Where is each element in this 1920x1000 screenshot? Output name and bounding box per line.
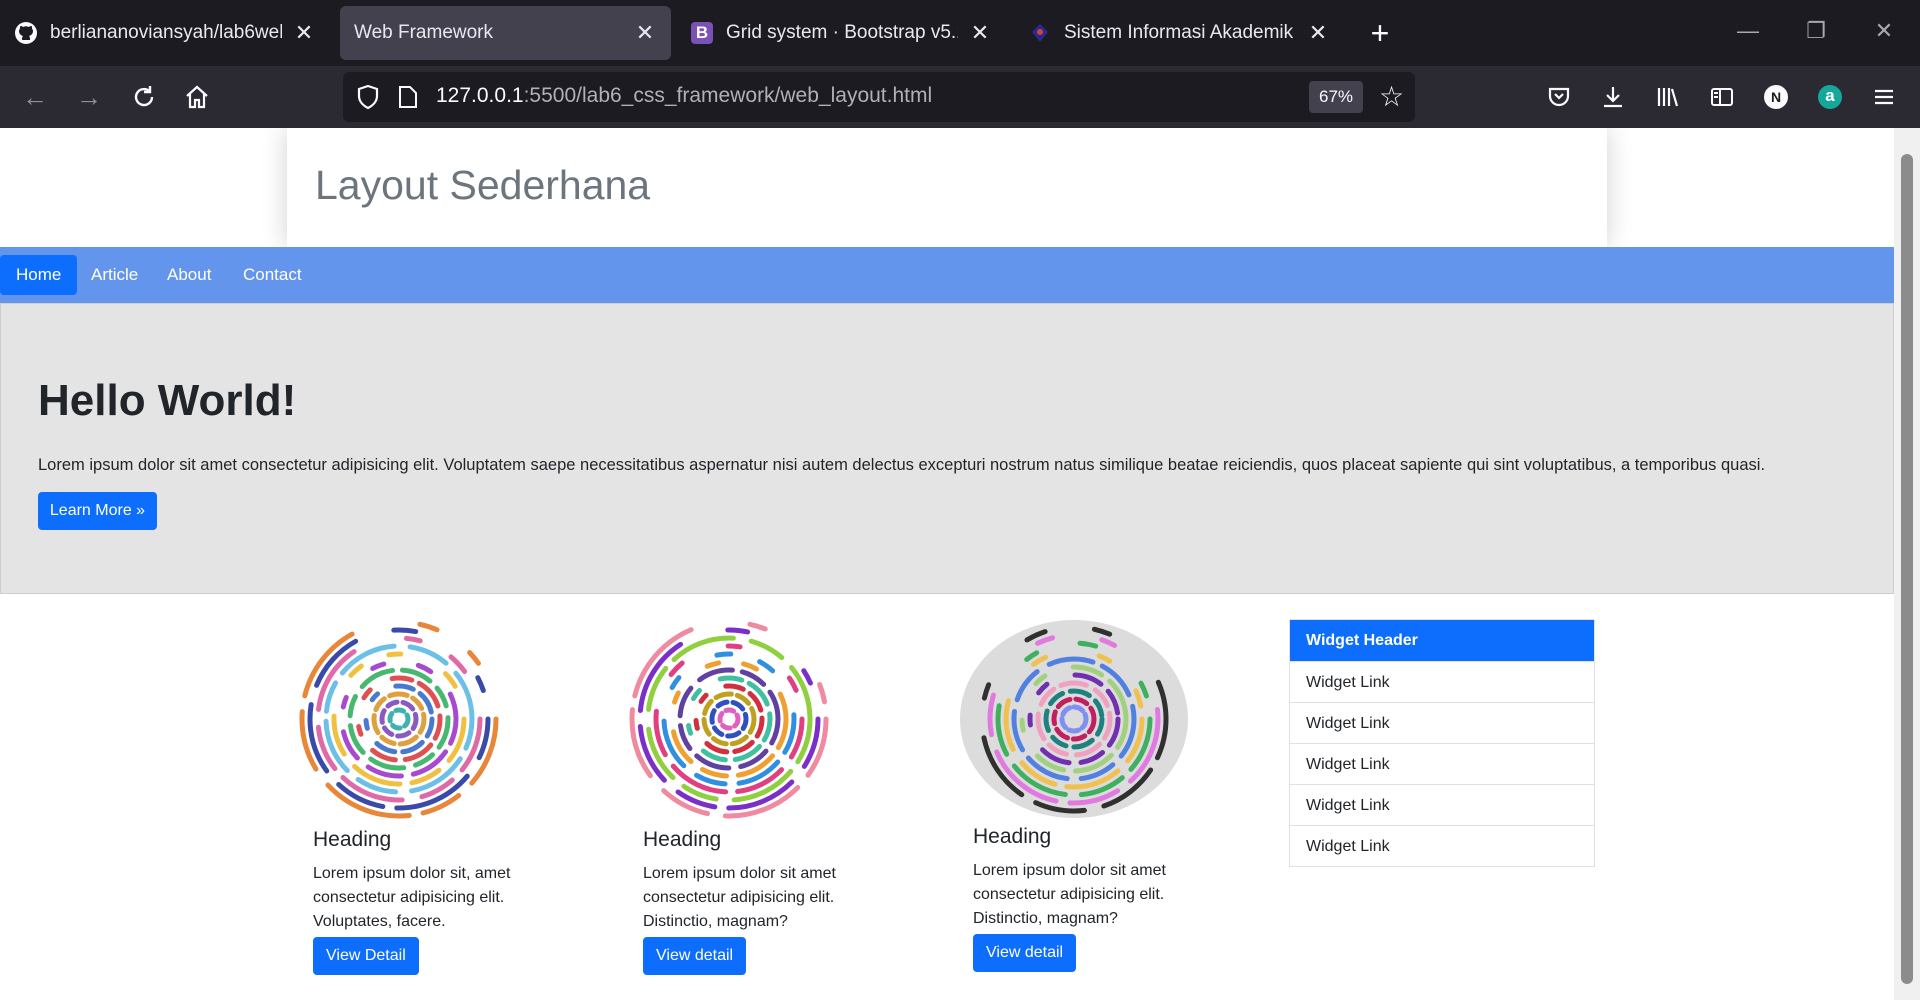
card-image-spiral	[299, 619, 499, 819]
widget-link[interactable]: Widget Link	[1290, 825, 1594, 866]
widget-panel: Widget Header Widget Link Widget Link Wi…	[1289, 619, 1595, 867]
browser-tab-bar: berliananoviansyah/lab6web ✕ Web Framewo…	[0, 0, 1920, 66]
page-viewport: Layout Sederhana Home Article About Cont…	[0, 128, 1894, 1000]
nav-home[interactable]: Home	[0, 255, 78, 295]
bookmark-star-icon[interactable]: ☆	[1379, 80, 1404, 113]
restore-icon[interactable]: ❐	[1796, 18, 1836, 44]
card-heading: Heading	[643, 828, 722, 851]
widget-link[interactable]: Widget Link	[1290, 743, 1594, 784]
hero-jumbotron: Hello World! Lorem ipsum dolor sit amet …	[0, 303, 1894, 594]
back-arrow-icon[interactable]: ←	[18, 80, 52, 114]
tab-bootstrap[interactable]: B Grid system · Bootstrap v5.1 ✕	[676, 6, 1006, 60]
widget-link[interactable]: Widget Link	[1290, 661, 1594, 702]
download-icon[interactable]	[1596, 80, 1630, 114]
tab-title: Sistem Informasi Akademik	[1064, 22, 1294, 43]
page-scrollbar[interactable]	[1894, 128, 1920, 1000]
nav-article[interactable]: Article	[75, 255, 154, 295]
close-window-icon[interactable]: ✕	[1864, 18, 1904, 44]
new-tab-plus-icon[interactable]: +	[1363, 16, 1397, 50]
hero-title: Hello World!	[38, 376, 297, 425]
library-icon[interactable]	[1651, 80, 1685, 114]
zoom-level-badge[interactable]: 67%	[1309, 81, 1363, 113]
pocket-icon[interactable]	[1542, 80, 1576, 114]
widget-link[interactable]: Widget Link	[1290, 702, 1594, 743]
card-image-spiral	[960, 620, 1188, 818]
nav-contact[interactable]: Contact	[227, 255, 318, 295]
academic-icon	[1028, 21, 1052, 45]
main-nav: Home Article About Contact	[0, 247, 1894, 303]
forward-arrow-icon[interactable]: →	[72, 80, 106, 114]
tab-web-framework[interactable]: Web Framework ✕	[340, 6, 671, 60]
widget-link[interactable]: Widget Link	[1290, 784, 1594, 825]
close-tab-icon[interactable]: ✕	[1306, 20, 1330, 46]
hamburger-menu-icon[interactable]	[1867, 80, 1901, 114]
tab-sistem-informasi[interactable]: Sistem Informasi Akademik ✕	[1014, 6, 1344, 60]
card-text: Lorem ipsum dolor sit, amet consectetur …	[313, 865, 511, 930]
tab-title: Web Framework	[354, 22, 494, 43]
browser-toolbar: ← → 127.0.0.1:5500/lab6_css_framework/we…	[0, 66, 1920, 128]
home-icon[interactable]	[180, 80, 214, 114]
sidebar-icon[interactable]	[1705, 80, 1739, 114]
minimize-icon[interactable]: —	[1728, 18, 1768, 44]
scrollbar-thumb[interactable]	[1901, 154, 1913, 984]
site-title: Layout Sederhana	[315, 162, 651, 208]
card-heading: Heading	[973, 825, 1052, 848]
card-heading: Heading	[313, 828, 392, 851]
card-image-spiral	[629, 619, 829, 819]
page-icon	[398, 85, 418, 114]
tab-title: berliananoviansyah/lab6web	[50, 22, 282, 43]
bootstrap-icon: B	[690, 21, 714, 45]
tab-github[interactable]: berliananoviansyah/lab6web ✕	[0, 6, 330, 60]
view-detail-button[interactable]: View detail	[643, 937, 747, 975]
view-detail-button[interactable]: View Detail	[313, 937, 419, 975]
profile-avatar-icon[interactable]: N	[1759, 80, 1793, 114]
card-text: Lorem ipsum dolor sit amet consectetur a…	[643, 865, 836, 930]
close-tab-icon[interactable]: ✕	[292, 20, 316, 46]
url-text[interactable]: 127.0.0.1:5500/lab6_css_framework/web_la…	[436, 84, 932, 108]
card-text: Lorem ipsum dolor sit amet consectetur a…	[973, 862, 1166, 927]
reload-icon[interactable]	[127, 80, 161, 114]
hero-text: Lorem ipsum dolor sit amet consectetur a…	[38, 456, 1766, 474]
extension-icon[interactable]: a	[1813, 80, 1847, 114]
shield-icon[interactable]	[355, 84, 381, 115]
nav-about[interactable]: About	[151, 255, 227, 295]
close-tab-icon[interactable]: ✕	[968, 20, 992, 46]
url-bar[interactable]: 127.0.0.1:5500/lab6_css_framework/web_la…	[343, 72, 1415, 122]
view-detail-button[interactable]: View detail	[973, 934, 1077, 972]
github-icon	[14, 21, 38, 45]
learn-more-button[interactable]: Learn More »	[38, 492, 157, 530]
tab-title: Grid system · Bootstrap v5.1	[726, 22, 958, 43]
site-header: Layout Sederhana	[287, 128, 1607, 247]
close-tab-icon[interactable]: ✕	[633, 20, 657, 46]
widget-header: Widget Header	[1290, 620, 1594, 661]
